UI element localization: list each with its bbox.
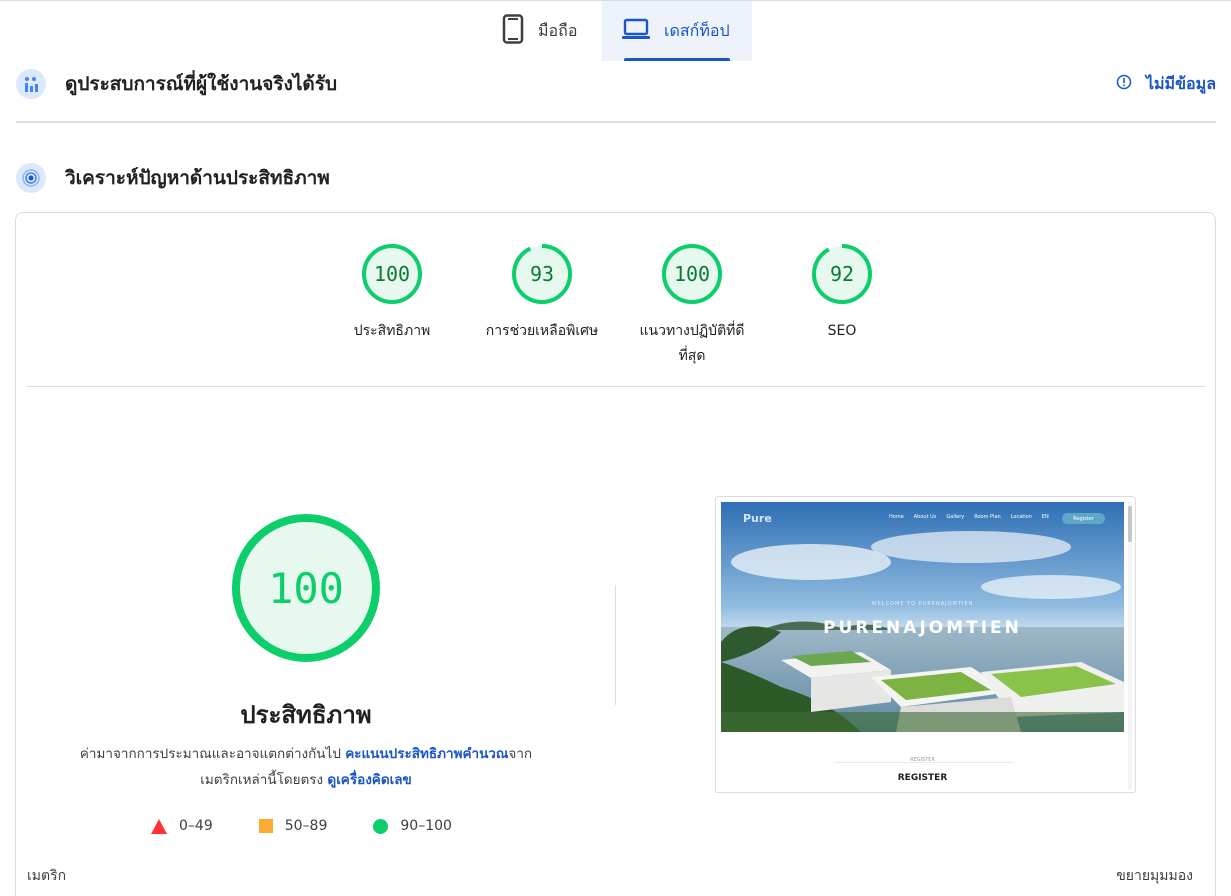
legend-fail: 0–49 [151, 818, 213, 834]
device-tabs: มือถือ เดสก์ท็อป [0, 1, 1231, 61]
screenshot-rule [834, 762, 1014, 763]
lighthouse-icon [16, 163, 46, 193]
desc-text: เมตริกเหล่านี้โดยตรง [200, 772, 324, 788]
screenshot-nav: Pure Home About Us Gallery Room Plan Loc… [721, 512, 1124, 526]
diagnose-section: วิเคราะห์ปัญหาด้านประสิทธิภาพ [16, 162, 1216, 194]
gauge-label: การช่วยเหลือพิเศษ [485, 323, 599, 339]
desc-text: ค่ามาจากการประมาณและอาจแตกต่างกันไป [79, 746, 341, 762]
screenshot-menu-item: Gallery [946, 514, 965, 520]
report-card: 100 ประสิทธิภาพ 93 การช่วยเหลือพิเศษ 100… [15, 212, 1216, 896]
page-screenshot[interactable]: Pure Home About Us Gallery Room Plan Loc… [715, 496, 1136, 793]
diagnose-title: วิเคราะห์ปัญหาด้านประสิทธิภาพ [65, 167, 330, 189]
legend-fail-label: 0–49 [179, 818, 213, 834]
screenshot-section-heading: REGISTER [897, 773, 948, 783]
screenshot-brand: PURENAJOMTIEN [823, 618, 1022, 638]
gauge-score: 100 [373, 262, 411, 286]
triangle-icon [151, 818, 167, 834]
screenshot-menu-item: Room Plan [974, 514, 1001, 520]
legend-pass: 90–100 [373, 818, 452, 834]
tab-desktop[interactable]: เดสก์ท็อป [602, 1, 752, 61]
gauge-performance[interactable]: 100 ประสิทธิภาพ [322, 243, 462, 344]
no-data-label: ไม่มีข้อมูล [1145, 73, 1216, 93]
analytics-icon [16, 69, 46, 99]
laptop-icon [622, 18, 650, 44]
expand-view-toggle[interactable]: ขยายมุมมอง [1116, 865, 1193, 887]
screenshot-register-button: Register [1062, 513, 1105, 524]
screenshot-scrollbar [1128, 502, 1132, 789]
metrics-heading: เมตริก [27, 868, 67, 884]
performance-title: ประสิทธิภาพ [240, 701, 372, 729]
gauge-accessibility[interactable]: 93 การช่วยเหลือพิเศษ [472, 243, 612, 344]
circle-icon [373, 818, 389, 834]
card-divider [27, 386, 1205, 387]
gauge-score: 100 [673, 262, 711, 286]
screenshot-welcome: WELCOME TO PURENAJOMTIEN [871, 601, 974, 607]
gauge-seo[interactable]: 92 SEO [772, 243, 912, 344]
tab-mobile-label: มือถือ [538, 20, 578, 40]
screenshot-menu-item: Home [889, 514, 904, 520]
legend-average-label: 50–89 [284, 818, 328, 834]
performance-score: 100 [268, 563, 344, 613]
gauge-label: ประสิทธิภาพ [353, 323, 431, 339]
screenshot-menu-item: EN [1041, 514, 1049, 520]
real-user-section: ดูประสบการณ์ที่ผู้ใช้งานจริงได้รับ ไม่มี… [16, 68, 1216, 100]
screenshot-menu-item: Location [1010, 514, 1032, 520]
calculator-link[interactable]: ดูเครื่องคิดเลข [327, 772, 411, 788]
screenshot-logo: Pure [743, 512, 772, 525]
square-icon [258, 819, 273, 833]
performance-description: ค่ามาจากการประมาณและอาจแตกต่างกันไป คะแน… [56, 741, 556, 793]
legend-average: 50–89 [258, 818, 328, 834]
screenshot-menu-item: About Us [913, 514, 937, 520]
section-divider [16, 121, 1216, 123]
desc-text: จาก [508, 746, 533, 762]
screenshot-menu: Home About Us Gallery Room Plan Location… [889, 514, 1049, 520]
tab-active-indicator [624, 58, 730, 61]
real-user-title: ดูประสบการณ์ที่ผู้ใช้งานจริงได้รับ [65, 73, 338, 95]
gauge-best-practices[interactable]: 100 แนวทางปฏิบัติที่ดีที่สุด [622, 243, 762, 369]
gauge-label: แนวทางปฏิบัติที่ดีที่สุด [639, 323, 745, 364]
score-calc-link[interactable]: คะแนนประสิทธิภาพคำนวณ [345, 746, 508, 762]
performance-gauge-large: 100 [231, 513, 381, 663]
legend-pass-label: 90–100 [400, 818, 452, 834]
gauge-score: 92 [829, 262, 855, 286]
gauge-score: 93 [529, 262, 555, 286]
tab-desktop-label: เดสก์ท็อป [664, 20, 730, 40]
tab-mobile[interactable]: มือถือ [484, 1, 602, 61]
vertical-separator [615, 585, 616, 705]
info-icon [1116, 74, 1132, 94]
gauge-label: SEO [827, 323, 857, 339]
phone-icon [502, 14, 524, 48]
screenshot-hero-image: Pure Home About Us Gallery Room Plan Loc… [721, 502, 1124, 732]
score-legend: 0–49 50–89 90–100 [151, 818, 498, 834]
no-data-link[interactable]: ไม่มีข้อมูล [1116, 72, 1216, 97]
